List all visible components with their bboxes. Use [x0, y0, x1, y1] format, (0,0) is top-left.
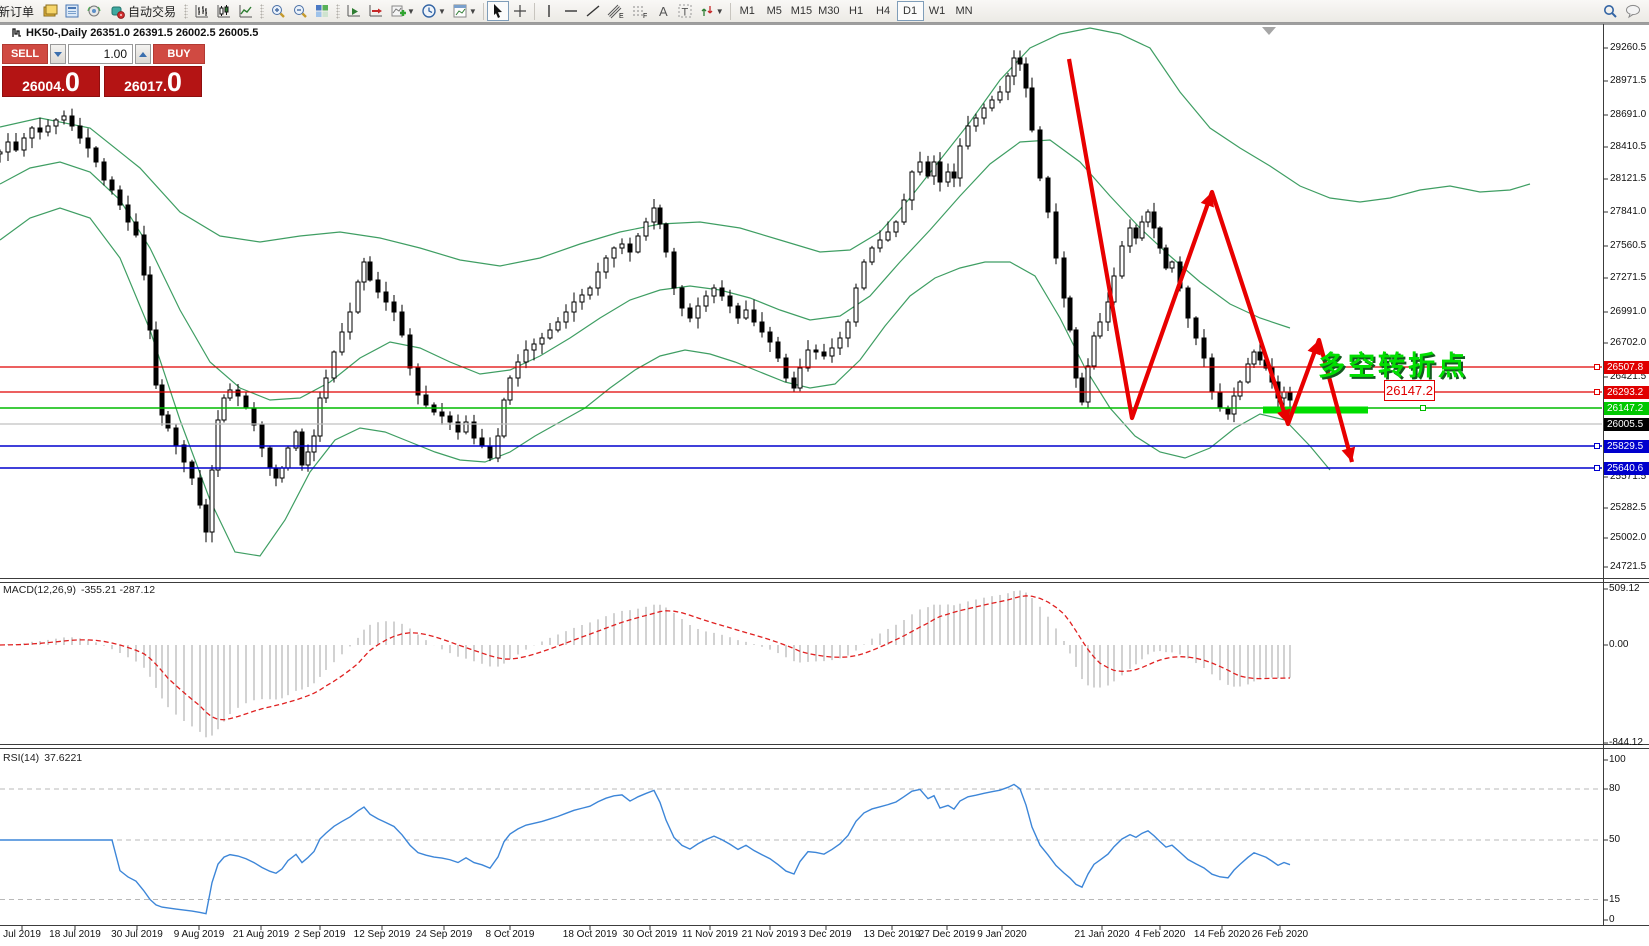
date-tick-label: 2 Sep 2019 [294, 929, 346, 940]
price-level-tag: 25640.6 [1604, 461, 1649, 475]
price-tick-label: 26991.0 [1610, 306, 1647, 317]
date-tick-label: 30 Jul 2019 [111, 929, 163, 940]
date-tick-label: 24 Sep 2019 [415, 929, 473, 940]
volume-decrease-button[interactable] [50, 44, 66, 64]
date-tick-label: 11 Nov 2019 [682, 929, 738, 940]
triangle-down-icon [54, 51, 62, 57]
rsi-scale-label: 0 [1609, 914, 1615, 925]
macd-scale-label: 509.12 [1609, 583, 1640, 594]
chart-title-text: HK50-,Daily 26351.0 26391.5 26002.5 2600… [26, 27, 259, 39]
price-level-tag: 26005.5 [1604, 417, 1649, 431]
line-handle [1594, 465, 1600, 471]
chart-icon [12, 28, 21, 37]
price-tick-label: 28691.0 [1610, 109, 1647, 120]
price-tick-label: 27841.0 [1610, 206, 1647, 217]
chart-shift-marker[interactable] [1262, 27, 1276, 35]
volume-increase-button[interactable] [135, 44, 151, 64]
rsi-label: RSI(14) 37.6221 [3, 752, 82, 764]
macd-scale-label: -844.12 [1609, 737, 1643, 748]
macd-scale-label: 0.00 [1609, 639, 1629, 650]
rsi-name: RSI(14) [3, 752, 40, 764]
triangle-up-icon [139, 51, 147, 57]
price-tick-label: 26702.0 [1610, 337, 1647, 348]
one-click-trading-panel: SELL 1.00 BUY 26004. 0 26017. 0 [2, 44, 205, 97]
date-tick-label: 12 Sep 2019 [353, 929, 411, 940]
date-tick-label: 30 Oct 2019 [622, 929, 678, 940]
price-tick-label: 27271.5 [1610, 272, 1647, 283]
date-tick-label: 27 Dec 2019 [918, 929, 976, 940]
rsi-value: 37.6221 [44, 752, 83, 764]
mt4-window: 新订单 自动交易 ▼ ▼ ▼ E F A T ▼ M1 M5 M15 M30 H… [0, 0, 1649, 946]
price-level-tag: 25829.5 [1604, 439, 1649, 453]
date-tick-label: 13 Dec 2019 [863, 929, 921, 940]
turning-point-annotation[interactable]: 多空转折点 [1318, 344, 1468, 383]
bid-price-big-digit: 0 [64, 67, 80, 97]
rsi-scale-label: 100 [1609, 754, 1626, 765]
bollinger-upper [0, 27, 1531, 267]
date-tick-label: 9 Aug 2019 [173, 929, 225, 940]
date-tick-label: 21 Jan 2020 [1074, 929, 1130, 940]
volume-input[interactable]: 1.00 [68, 44, 133, 64]
date-tick-label: 18 Oct 2019 [562, 929, 618, 940]
date-tick-label: 26 Feb 2020 [1251, 929, 1309, 940]
price-tick-label: 28121.5 [1610, 173, 1647, 184]
buy-button[interactable]: BUY [153, 44, 205, 64]
line-handle [1594, 389, 1600, 395]
price-tick-label: 25282.5 [1610, 502, 1647, 513]
macd-name: MACD(12,26,9) [3, 584, 76, 596]
macd-values: -355.21 -287.12 [80, 584, 156, 596]
ask-price-button[interactable]: 26017. 0 [104, 66, 202, 97]
price-tick-label: 24721.5 [1610, 561, 1647, 572]
price-tick-label: 29260.5 [1610, 42, 1647, 53]
price-tick-label: 28971.5 [1610, 75, 1647, 86]
date-tick-label: 8 Oct 2019 [485, 929, 535, 940]
price-level-tag: 26147.2 [1604, 401, 1649, 415]
rsi-scale-label: 80 [1609, 783, 1621, 794]
macd-signal-line [0, 595, 1291, 721]
bid-price-button[interactable]: 26004. 0 [2, 66, 100, 97]
date-tick-label: 18 Jul 2019 [49, 929, 101, 940]
rsi-line [0, 783, 1291, 915]
date-tick-label: 4 Feb 2020 [1134, 929, 1186, 940]
price-level-tag: 26507.8 [1604, 360, 1649, 374]
date-tick-label: Jul 2019 [3, 929, 41, 940]
date-tick-label: 3 Dec 2019 [800, 929, 852, 940]
price-level-tag: 26293.2 [1604, 385, 1649, 399]
line-handle [1594, 364, 1600, 370]
rsi-scale-label: 50 [1609, 834, 1621, 845]
date-tick-label: 9 Jan 2020 [977, 929, 1027, 940]
price-tick-label: 27560.5 [1610, 240, 1647, 251]
line-handle [1420, 405, 1426, 411]
chart-canvas[interactable] [0, 0, 1649, 946]
date-tick-label: 21 Nov 2019 [741, 929, 799, 940]
bid-price: 26004. [22, 78, 65, 94]
ask-price-big-digit: 0 [166, 67, 182, 97]
chart-title: HK50-,Daily 26351.0 26391.5 26002.5 2600… [12, 27, 258, 39]
date-tick-label: 14 Feb 2020 [1193, 929, 1251, 940]
price-tick-label: 28410.5 [1610, 141, 1647, 152]
level-annotation-box[interactable]: 26147.2 [1384, 380, 1435, 401]
price-tick-label: 25002.0 [1610, 532, 1647, 543]
macd-label: MACD(12,26,9) -355.21 -287.12 [3, 584, 155, 596]
line-handle [1594, 443, 1600, 449]
date-tick-label: 21 Aug 2019 [232, 929, 290, 940]
rsi-scale-label: 15 [1609, 894, 1621, 905]
ask-price: 26017. [124, 78, 167, 94]
sell-button[interactable]: SELL [2, 44, 48, 64]
